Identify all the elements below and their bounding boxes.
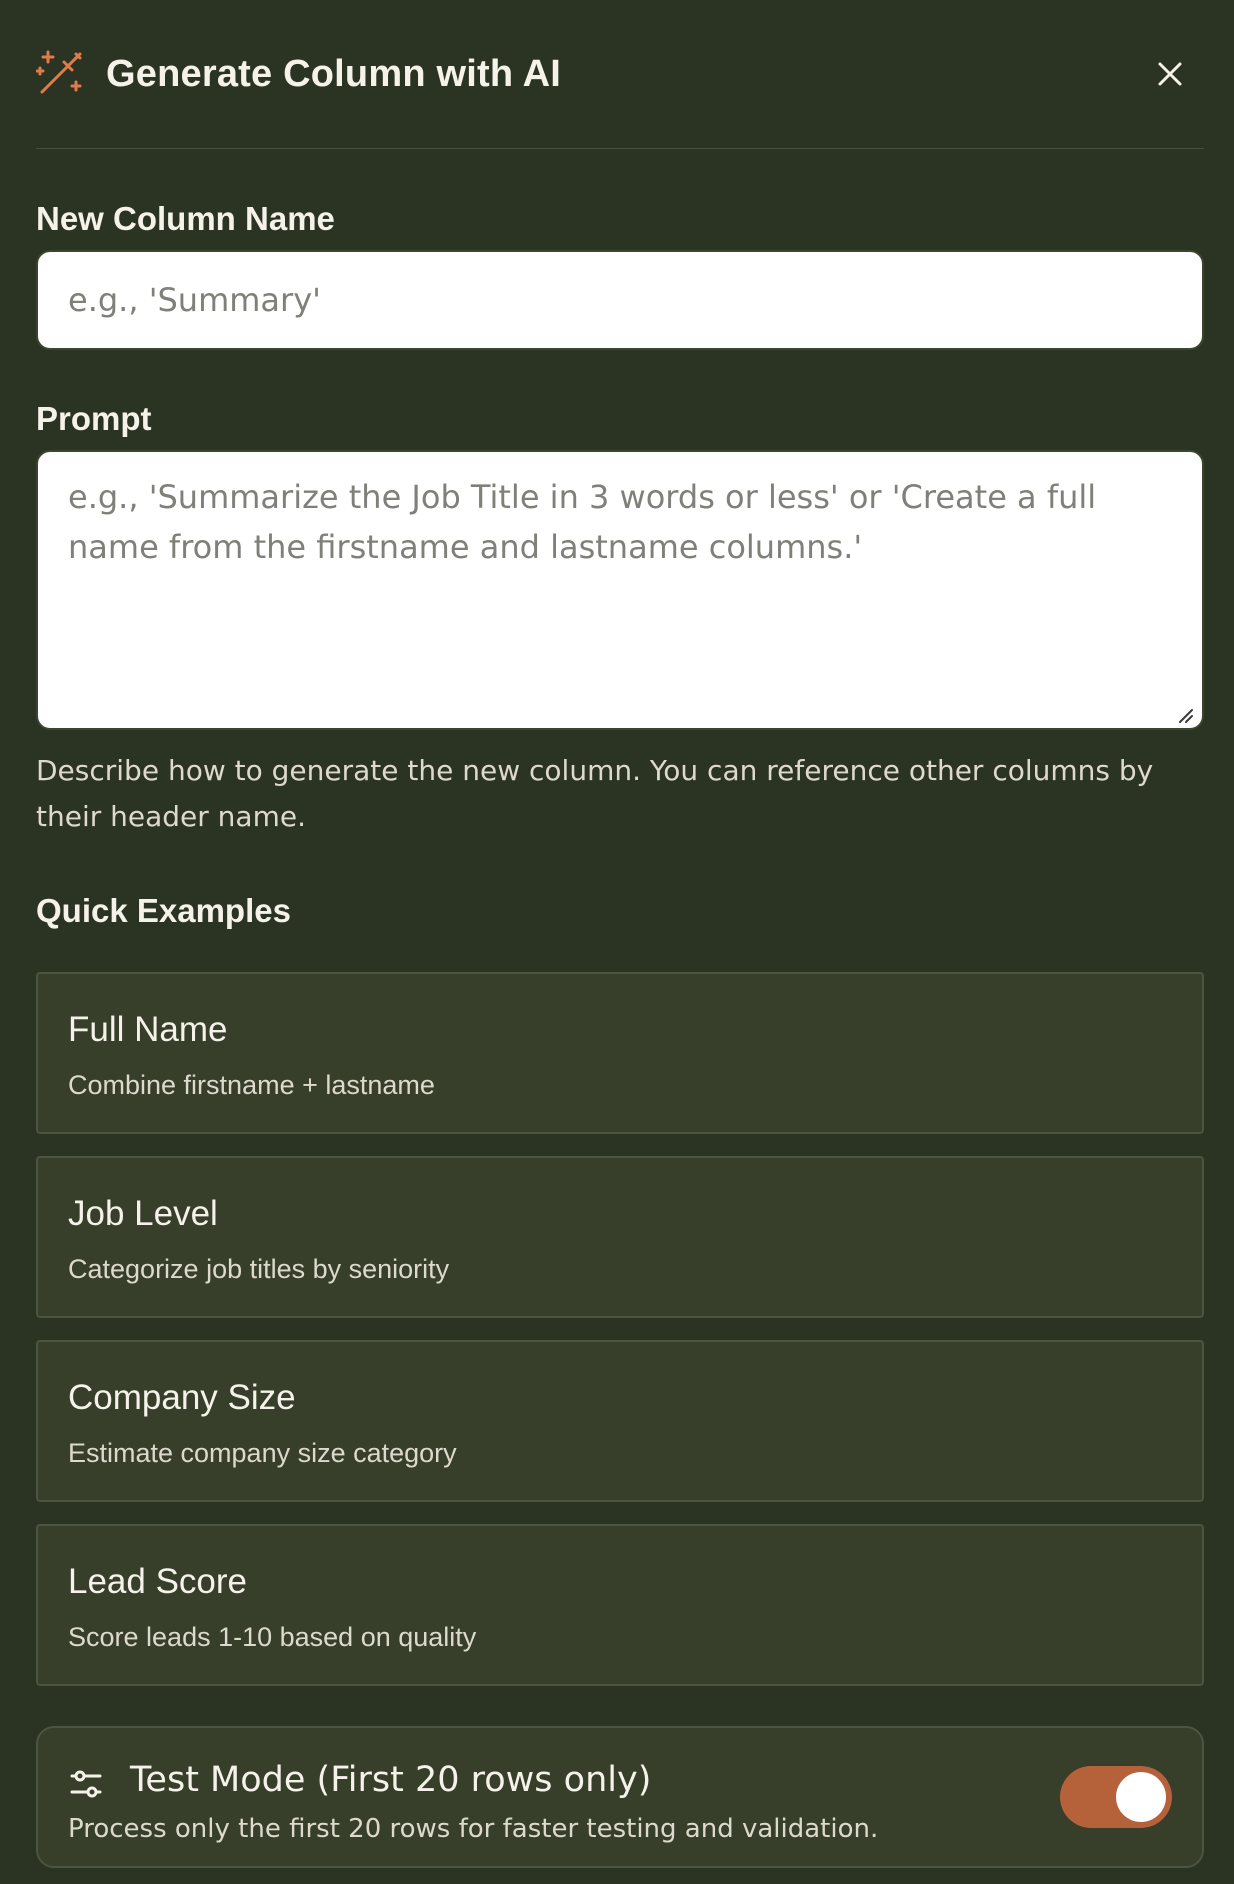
dialog-title: Generate Column with AI <box>106 52 562 95</box>
sliders-icon <box>68 1766 104 1802</box>
example-card-full-name[interactable]: Full Name Combine firstname + lastname <box>36 972 1204 1134</box>
example-title: Full Name <box>68 1010 228 1049</box>
example-description: Combine firstname + lastname <box>68 1070 435 1100</box>
magic-wand-icon <box>36 50 84 98</box>
example-card-lead-score[interactable]: Lead Score Score leads 1-10 based on qua… <box>36 1524 1204 1686</box>
prompt-help-text: Describe how to generate the new column.… <box>36 754 1154 833</box>
prompt-textarea[interactable] <box>36 450 1204 730</box>
test-mode-description: Process only the first 20 rows for faste… <box>68 1814 879 1844</box>
column-name-label: New Column Name <box>36 200 335 237</box>
quick-examples-label: Quick Examples <box>36 892 291 929</box>
dialog-header: Generate Column with AI <box>36 48 1204 100</box>
toggle-knob <box>1116 1772 1166 1822</box>
test-mode-toggle[interactable] <box>1060 1766 1172 1828</box>
example-title: Company Size <box>68 1378 296 1417</box>
example-description: Estimate company size category <box>68 1438 457 1468</box>
example-title: Lead Score <box>68 1562 248 1601</box>
test-mode-title: Test Mode (First 20 rows only) <box>130 1760 652 1800</box>
example-description: Score leads 1-10 based on quality <box>68 1622 477 1652</box>
header-divider <box>36 148 1204 149</box>
example-card-job-level[interactable]: Job Level Categorize job titles by senio… <box>36 1156 1204 1318</box>
resize-handle-icon[interactable] <box>1176 706 1194 724</box>
example-card-company-size[interactable]: Company Size Estimate company size categ… <box>36 1340 1204 1502</box>
test-mode-panel: Test Mode (First 20 rows only) Process o… <box>36 1726 1204 1868</box>
close-icon[interactable] <box>1150 54 1190 94</box>
column-name-input[interactable] <box>36 250 1204 350</box>
example-description: Categorize job titles by seniority <box>68 1254 450 1284</box>
generate-column-dialog: Generate Column with AI New Column Name … <box>36 0 1204 1884</box>
prompt-label: Prompt <box>36 400 152 437</box>
example-title: Job Level <box>68 1194 218 1233</box>
